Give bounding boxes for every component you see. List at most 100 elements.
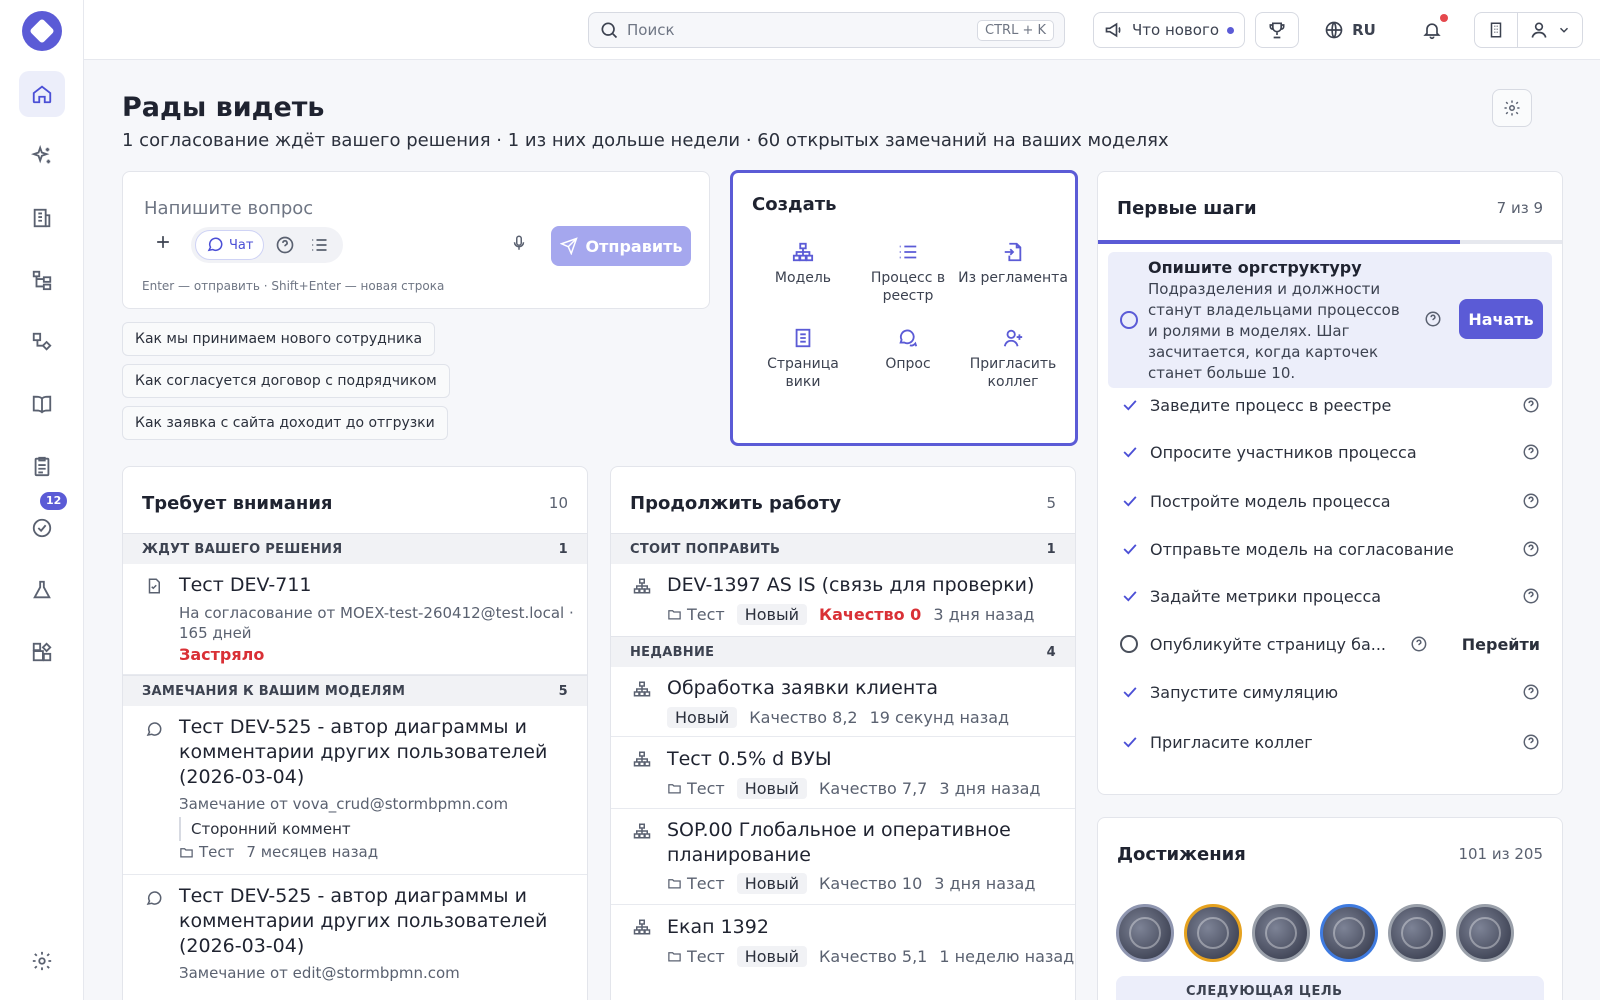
step-item[interactable]: Пригласите коллег: [1120, 727, 1540, 757]
approval-check-icon[interactable]: 12: [19, 492, 68, 551]
book-icon[interactable]: [19, 381, 65, 427]
list-item[interactable]: Тест DEV-525 - автор диаграммы и коммент…: [123, 706, 587, 875]
section-count: 5: [558, 684, 568, 699]
company-button[interactable]: [1474, 12, 1518, 48]
help-icon[interactable]: [1522, 492, 1540, 510]
flask-icon[interactable]: [19, 567, 65, 613]
whats-new-button[interactable]: Что нового: [1093, 12, 1245, 48]
file-import-icon: [1004, 242, 1022, 262]
folder-icon: [668, 952, 681, 962]
create-from-regulation-button[interactable]: Из регламента: [958, 241, 1068, 287]
next-goal[interactable]: СЛЕДУЮЩАЯ ЦЕЛЬ: [1116, 976, 1544, 1000]
shapes-icon[interactable]: [19, 319, 65, 365]
item-title: Тест 0.5% d ВУЫ: [667, 748, 832, 770]
question-mode-icon[interactable]: [275, 235, 295, 255]
section-label: НЕДАВНИЕ: [630, 645, 715, 660]
building-icon[interactable]: [19, 195, 65, 241]
chat-mode-button[interactable]: Чат: [195, 230, 265, 260]
suggestion-chip[interactable]: Как заявка с сайта доходит до отгрузки: [122, 406, 448, 440]
item-meta: Тест Новый Качество 0 3 дня назад: [667, 604, 1034, 625]
trophy-button[interactable]: [1255, 12, 1299, 48]
step-item[interactable]: Опросите участников процесса: [1120, 437, 1540, 467]
create-wiki-page-button[interactable]: Страница вики: [748, 327, 858, 391]
question-input[interactable]: Напишите вопрос: [144, 198, 313, 219]
achievement-badge-icon[interactable]: [1388, 904, 1446, 962]
achievement-badge-icon[interactable]: [1456, 904, 1514, 962]
news-indicator: [1227, 26, 1235, 34]
help-icon[interactable]: [1522, 683, 1540, 701]
create-wiki-page-label: Страница вики: [767, 356, 839, 390]
microphone-icon[interactable]: [510, 234, 528, 252]
create-model-button[interactable]: Модель: [748, 241, 858, 287]
list-item[interactable]: Тест DEV-711 На согласование от MOEX-tes…: [123, 564, 587, 675]
tree-structure-icon[interactable]: [19, 257, 65, 303]
home-icon[interactable]: [19, 71, 65, 117]
quality-score: Качество 7,7: [819, 779, 928, 798]
list-item[interactable]: Тест 0.5% d ВУЫ Тест Новый Качество 7,7 …: [611, 737, 1075, 809]
suggestion-chip[interactable]: Как согласуется договор с подрядчиком: [122, 364, 450, 398]
item-time: 3 дня назад: [933, 605, 1035, 624]
language-button[interactable]: RU: [1312, 12, 1388, 48]
folder-icon: [668, 879, 681, 889]
gear-icon[interactable]: [19, 938, 65, 984]
check-icon: [1123, 447, 1137, 458]
plus-icon[interactable]: [153, 232, 173, 252]
apps-icon[interactable]: [19, 629, 65, 675]
item-title: Тест DEV-525 - автор диаграммы и коммент…: [179, 716, 548, 788]
invite-colleagues-label: Пригласить коллег: [969, 356, 1057, 390]
search-placeholder: Поиск: [627, 21, 675, 39]
building-icon: [1490, 22, 1502, 38]
continue-count: 5: [1046, 494, 1056, 512]
list-item[interactable]: Обработка заявки клиента Новый Качество …: [611, 667, 1075, 737]
help-icon[interactable]: [1410, 635, 1428, 653]
send-button[interactable]: Отправить: [551, 226, 691, 266]
whats-new-label: Что нового: [1131, 21, 1220, 39]
send-label: Отправить: [585, 236, 683, 256]
checklist-mode-icon[interactable]: [309, 235, 329, 255]
item-title: Обработка заявки клиента: [667, 677, 938, 699]
invite-colleagues-button[interactable]: Пригласить коллег: [958, 327, 1068, 391]
item-title: DEV-1397 AS IS (связь для проверки): [667, 574, 1035, 596]
step-circle-icon: [1120, 311, 1138, 329]
step-item[interactable]: Задайте метрики процесса: [1120, 581, 1540, 611]
list-item[interactable]: DEV-1397 AS IS (связь для проверки) Тест…: [611, 564, 1075, 636]
clipboard-icon[interactable]: [19, 443, 65, 489]
help-icon[interactable]: [1522, 587, 1540, 605]
list-item[interactable]: Тест DEV-525 - автор диаграммы и коммент…: [123, 875, 587, 1000]
notifications-button[interactable]: [1410, 12, 1454, 48]
item-meta: Тест Новый Качество 5,1 1 неделю назад: [667, 946, 1074, 967]
create-registry-process-button[interactable]: Процесс в реестр: [853, 241, 963, 305]
achievement-badge-icon[interactable]: [1116, 904, 1174, 962]
create-survey-button[interactable]: Опрос: [853, 327, 963, 373]
list-item[interactable]: Екап 1392 Тест Новый Качество 5,1 1 неде…: [611, 905, 1075, 985]
list-item[interactable]: SOP.00 Глобальное и оперативное планиров…: [611, 809, 1075, 905]
comment-icon: [146, 891, 162, 906]
help-icon[interactable]: [1522, 540, 1540, 558]
help-icon[interactable]: [1522, 396, 1540, 414]
achievement-badge-icon[interactable]: [1252, 904, 1310, 962]
go-link[interactable]: Перейти: [1462, 635, 1540, 654]
help-icon[interactable]: [1424, 310, 1442, 328]
list-icon: [899, 245, 917, 259]
search-input[interactable]: Поиск CTRL + K: [588, 12, 1065, 48]
gear-icon: [1504, 100, 1520, 116]
start-button[interactable]: Начать: [1459, 299, 1543, 339]
app-logo[interactable]: [22, 11, 62, 51]
sparkles-icon[interactable]: [19, 133, 65, 179]
step-item[interactable]: Постройте модель процесса: [1120, 486, 1540, 516]
step-item[interactable]: Запустите симуляцию: [1120, 677, 1540, 707]
step-item[interactable]: Заведите процесс в реестре: [1120, 390, 1540, 420]
step-item[interactable]: Опубликуйте страницу ба... Перейти: [1120, 629, 1540, 659]
dashboard-settings-button[interactable]: [1492, 89, 1532, 127]
user-menu-button[interactable]: [1517, 12, 1583, 48]
help-icon[interactable]: [1522, 733, 1540, 751]
step-item[interactable]: Отправьте модель на согласование: [1120, 534, 1540, 564]
step-label: Пригласите коллег: [1150, 732, 1313, 752]
achievements-count: 101 из 205: [1458, 845, 1543, 863]
achievement-badge-icon[interactable]: [1320, 904, 1378, 962]
suggestion-chip[interactable]: Как мы принимаем нового сотрудника: [122, 322, 436, 356]
help-icon[interactable]: [1522, 443, 1540, 461]
section-header: ЖДУТ ВАШЕГО РЕШЕНИЯ 1: [123, 533, 587, 564]
achievement-badge-icon[interactable]: [1184, 904, 1242, 962]
item-subtitle: Замечание от vova_crud@stormbpmn.com: [179, 795, 509, 813]
